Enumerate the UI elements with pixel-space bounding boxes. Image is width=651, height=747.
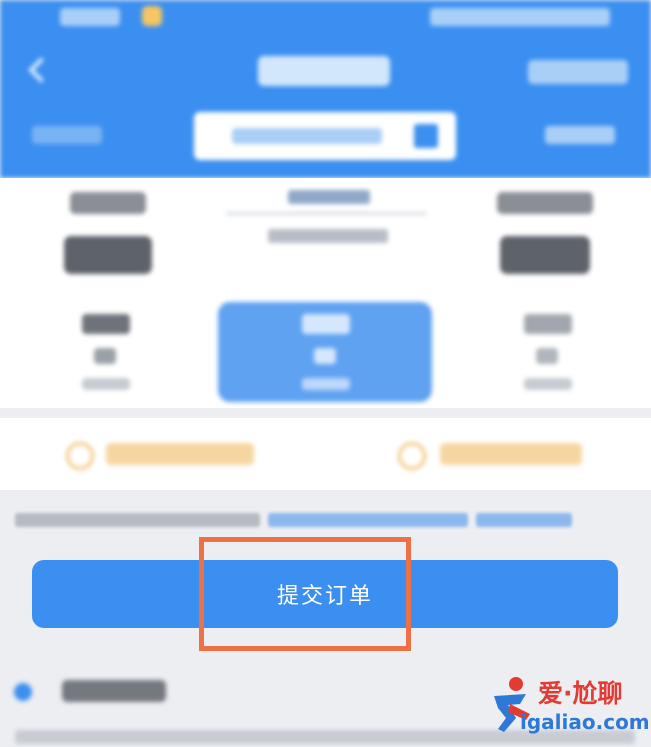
status-bar-notification-icon [142, 6, 162, 26]
previous-day-button[interactable] [32, 126, 102, 144]
next-day-button[interactable] [545, 126, 615, 144]
route-line [226, 212, 426, 215]
status-bar-time [60, 8, 120, 26]
calendar-icon [414, 124, 438, 148]
watermark: 爱·尬聊 igaliao.com [486, 672, 650, 738]
selected-date [232, 128, 382, 144]
select-contact-button[interactable] [440, 443, 582, 465]
watermark-url: igaliao.com [520, 710, 650, 734]
seat-option[interactable] [42, 302, 170, 402]
travel-duration [268, 229, 388, 243]
page-title [258, 56, 390, 86]
date-selector[interactable] [194, 112, 456, 160]
status-bar-icons [430, 8, 610, 26]
departure-time [64, 236, 152, 274]
add-person-icon [398, 442, 426, 470]
departure-station [70, 192, 146, 214]
tip-bullet-icon [14, 683, 32, 701]
watermark-brand: 爱·尬聊 [538, 679, 623, 708]
agreement-link[interactable] [268, 513, 468, 527]
arrival-time [500, 236, 590, 274]
add-person-icon [66, 442, 94, 470]
order-header [0, 0, 651, 178]
agreement-link[interactable] [476, 513, 572, 527]
tips-heading [62, 680, 166, 702]
back-arrow-icon[interactable] [20, 52, 56, 88]
agreement-text [15, 513, 260, 527]
arrival-station [497, 192, 593, 214]
highlight-box [199, 537, 411, 651]
select-passenger-button[interactable] [106, 443, 254, 465]
train-number[interactable] [288, 190, 370, 204]
seat-option-selected[interactable] [218, 302, 432, 402]
header-right-action[interactable] [528, 60, 628, 84]
seat-option[interactable] [484, 302, 612, 402]
